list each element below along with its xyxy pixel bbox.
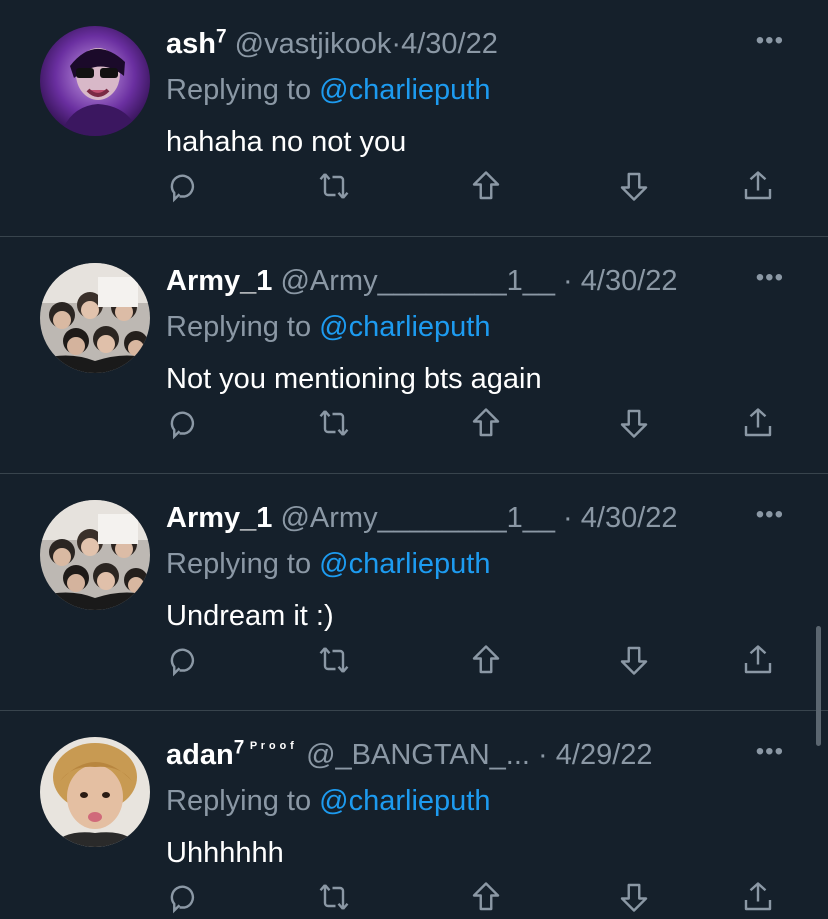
more-icon[interactable]: ••• [756,26,784,56]
separator-dot: · [563,502,573,534]
separator-dot: · [538,739,548,771]
more-icon[interactable]: ••• [756,263,784,293]
action-bar [166,168,786,208]
retweet-icon[interactable] [316,168,352,204]
avatar[interactable] [40,26,150,136]
retweet-icon[interactable] [316,879,352,915]
avatar[interactable] [40,737,150,847]
reply-icon[interactable] [166,642,202,678]
action-bar [166,879,786,919]
replying-to: Replying to @charlieputh [166,307,490,347]
user-handle[interactable]: @_BANGTAN_... [306,739,530,771]
mention-link[interactable]: @charlieputh [319,311,490,343]
share-icon[interactable] [740,168,776,204]
display-name[interactable]: Army_1 [166,265,272,297]
tweet-header: ash7 @vastjikook·4/30/22 [166,24,498,64]
more-icon[interactable]: ••• [756,500,784,530]
share-icon[interactable] [740,405,776,441]
reply-icon[interactable] [166,879,202,915]
separator-dot: · [391,28,402,60]
replying-to-label: Replying to [166,311,320,343]
avatar[interactable] [40,263,150,373]
replying-to: Replying to @charlieputh [166,781,490,821]
upvote-icon[interactable] [468,405,504,441]
display-name[interactable]: ash [166,28,216,60]
tweet-header: Army_1 @Army________1__ · 4/30/22 [166,261,678,301]
name-superscript: 7 [233,737,245,759]
action-bar [166,405,786,445]
replying-to-label: Replying to [166,74,320,106]
separator-dot: · [563,265,573,297]
replying-to: Replying to @charlieputh [166,544,490,584]
name-superscript: 7 [215,26,227,48]
user-handle[interactable]: @Army________1__ [280,265,555,297]
downvote-icon[interactable] [616,168,652,204]
tweet-text: Not you mentioning bts again [166,363,542,395]
retweet-icon[interactable] [316,405,352,441]
mention-link[interactable]: @charlieputh [319,785,490,817]
scrollbar[interactable] [816,626,821,746]
downvote-icon[interactable] [616,642,652,678]
share-icon[interactable] [740,879,776,915]
display-name[interactable]: adan [166,739,234,771]
tweet-divider [0,473,828,474]
upvote-icon[interactable] [468,642,504,678]
user-handle[interactable]: @vastjikook [235,28,392,60]
replying-to: Replying to @charlieputh [166,70,490,110]
downvote-icon[interactable] [616,879,652,915]
more-icon[interactable]: ••• [756,737,784,767]
action-bar [166,642,786,682]
avatar[interactable] [40,500,150,610]
upvote-icon[interactable] [468,879,504,915]
downvote-icon[interactable] [616,405,652,441]
tweet-date[interactable]: 4/30/22 [581,265,678,297]
retweet-icon[interactable] [316,642,352,678]
tweet-header: Army_1 @Army________1__ · 4/30/22 [166,498,678,538]
replying-to-label: Replying to [166,548,320,580]
upvote-icon[interactable] [468,168,504,204]
replying-to-label: Replying to [166,785,320,817]
reply-icon[interactable] [166,405,202,441]
tweet-divider [0,236,828,237]
display-name[interactable]: Army_1 [166,502,272,534]
user-handle[interactable]: @Army________1__ [280,502,555,534]
tweet-header: adan7 ᴾʳᵒᵒᶠ @_BANGTAN_... · 4/29/22 [166,735,653,775]
reply-icon[interactable] [166,168,202,204]
tweet-date[interactable]: 4/30/22 [581,502,678,534]
mention-link[interactable]: @charlieputh [319,548,490,580]
tweet-date[interactable]: 4/30/22 [401,28,498,60]
tweet-text: Undream it :) [166,600,334,632]
tweet-divider [0,710,828,711]
mention-link[interactable]: @charlieputh [319,74,490,106]
tweet-text: hahaha no not you [166,126,407,158]
tweet-date[interactable]: 4/29/22 [556,739,653,771]
name-extra: ᴾʳᵒᵒᶠ [250,740,299,758]
tweet-text: Uhhhhhh [166,837,284,869]
share-icon[interactable] [740,642,776,678]
